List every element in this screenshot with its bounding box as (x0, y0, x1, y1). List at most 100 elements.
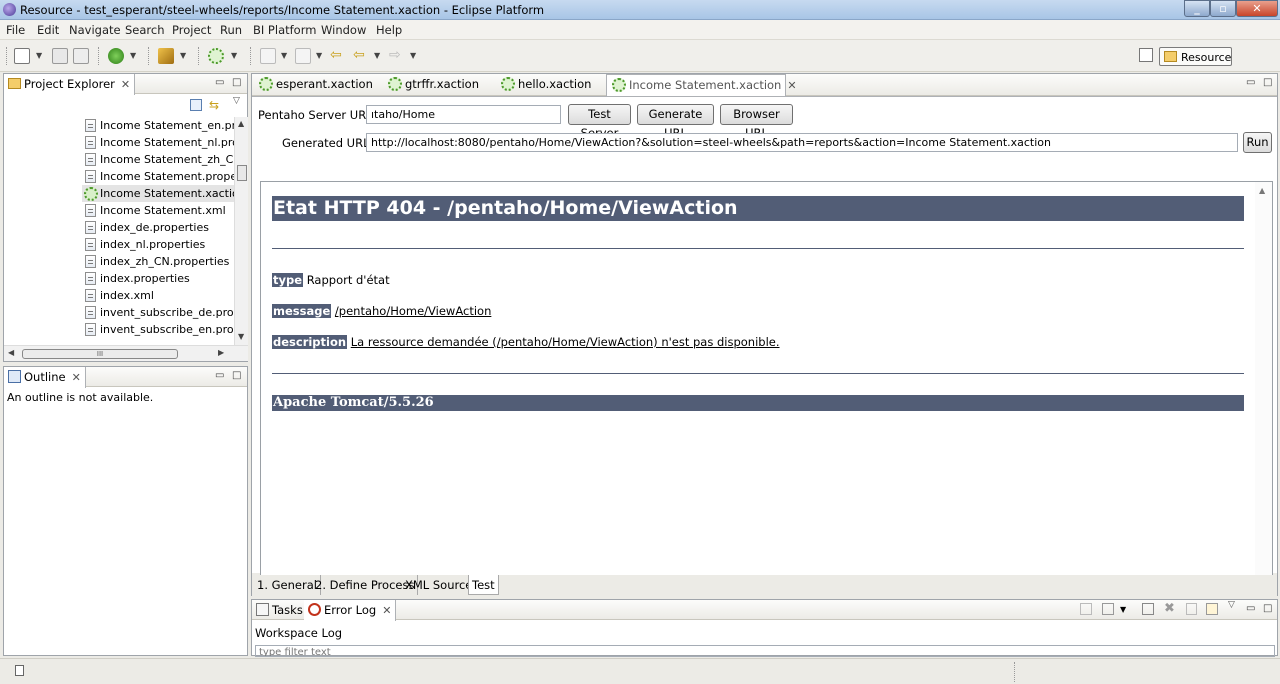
tab-tasks[interactable]: Tasks (252, 600, 307, 621)
menu-navigate[interactable]: Navigate (69, 23, 121, 37)
close-button[interactable]: ✕ (1236, 0, 1278, 17)
editor-tab-esperant[interactable]: esperant.xaction (254, 74, 373, 95)
file-tree-item[interactable]: index_nl.properties (82, 236, 234, 253)
last-edit-icon[interactable]: ⇦ (330, 48, 346, 64)
maximize-button[interactable]: ▫ (1210, 0, 1236, 17)
scroll-right-icon[interactable]: ▶ (218, 348, 224, 357)
collapse-all-icon[interactable] (190, 99, 202, 111)
browser-scrollbar[interactable]: ▲ ▼ (1255, 182, 1272, 591)
page-tab-general[interactable]: 1. General (254, 575, 321, 595)
resource-perspective-button[interactable]: Resource (1159, 47, 1232, 66)
file-tree-item[interactable]: index_zh_CN.properties (82, 253, 234, 270)
maximize-view-icon[interactable]: □ (1263, 603, 1272, 614)
fast-view-icon[interactable] (15, 665, 24, 676)
generated-url-field[interactable]: http://localhost:8080/pentaho/Home/ViewA… (366, 133, 1238, 152)
close-icon[interactable]: ✕ (382, 604, 391, 617)
import-dropdown-icon[interactable]: ▼ (1120, 605, 1126, 614)
server-url-input[interactable]: ıtaho/Home (366, 105, 561, 124)
file-tree-item[interactable]: invent_subscribe_de.prope (82, 304, 234, 321)
open-log-icon[interactable] (1186, 603, 1197, 615)
pen-icon[interactable] (158, 48, 174, 64)
prev-annotation-dropdown-icon[interactable]: ▼ (316, 51, 322, 60)
minimize-view-icon[interactable]: ▭ (1246, 77, 1255, 88)
page-tab-xml-source[interactable]: XML Source (402, 575, 477, 595)
prev-annotation-icon[interactable] (295, 48, 311, 64)
menu-bi-platform[interactable]: BI Platform (253, 23, 316, 37)
editor-tab-hello[interactable]: hello.xaction (496, 74, 591, 95)
file-tree-item[interactable]: Income Statement_zh_CN (82, 151, 234, 168)
maximize-view-icon[interactable]: □ (1263, 77, 1272, 88)
next-annotation-icon[interactable] (260, 48, 276, 64)
back-icon[interactable]: ⇦ (353, 48, 369, 64)
back-dropdown-icon[interactable]: ▼ (374, 51, 380, 60)
open-perspective-icon[interactable] (1139, 48, 1153, 62)
file-tree-item[interactable]: index.xml (82, 287, 234, 304)
delete-log-icon[interactable]: ✖ (1164, 601, 1175, 616)
xaction-dropdown-icon[interactable]: ▼ (231, 51, 237, 60)
run-icon[interactable] (108, 48, 124, 64)
xaction-icon[interactable] (208, 48, 224, 64)
clear-log-icon[interactable] (1142, 603, 1154, 615)
menu-search[interactable]: Search (125, 23, 165, 37)
horizontal-scrollbar[interactable]: ◀ III ▶ (4, 345, 248, 361)
minimize-view-icon[interactable]: ▭ (215, 370, 224, 381)
menu-file[interactable]: File (6, 23, 25, 37)
file-tree-item[interactable]: Income Statement.propert (82, 168, 234, 185)
run-dropdown-icon[interactable]: ▼ (130, 51, 136, 60)
close-icon[interactable]: ✕ (121, 78, 130, 91)
vertical-scrollbar[interactable]: ▲ ▼ (234, 117, 248, 345)
tab-error-log[interactable]: Error Log ✕ (304, 600, 397, 621)
scroll-left-icon[interactable]: ◀ (8, 348, 14, 357)
tab-outline[interactable]: Outline ✕ (4, 367, 86, 388)
pen-dropdown-icon[interactable]: ▼ (180, 51, 186, 60)
test-server-button[interactable]: Test Server (568, 104, 631, 140)
save-icon[interactable] (52, 48, 68, 64)
description-label: description (272, 335, 348, 349)
restore-log-icon[interactable] (1206, 603, 1218, 615)
run-button[interactable]: Run (1243, 132, 1272, 153)
new-icon[interactable] (14, 48, 30, 64)
scroll-up-icon[interactable]: ▲ (1259, 186, 1265, 195)
page-tab-test[interactable]: Test (468, 575, 499, 595)
next-annotation-dropdown-icon[interactable]: ▼ (281, 51, 287, 60)
embedded-browser[interactable]: Etat HTTP 404 - /pentaho/Home/ViewAction… (260, 181, 1273, 592)
editor-tab-gtrffr[interactable]: gtrffr.xaction (383, 74, 479, 95)
menu-help[interactable]: Help (376, 23, 402, 37)
file-tree-item[interactable]: index_de.properties (82, 219, 234, 236)
log-filter-input[interactable]: type filter text (255, 645, 1275, 657)
hscroll-thumb[interactable]: III (22, 349, 178, 359)
file-tree-item[interactable]: Income Statement.xaction (82, 185, 234, 202)
view-menu-icon[interactable]: ▽ (1228, 600, 1235, 610)
maximize-view-icon[interactable]: □ (232, 77, 241, 88)
link-editor-icon[interactable]: ⇆ (209, 98, 219, 112)
maximize-view-icon[interactable]: □ (232, 370, 241, 381)
forward-icon[interactable]: ⇨ (389, 48, 405, 64)
minimize-view-icon[interactable]: ▭ (215, 77, 224, 88)
close-icon[interactable]: ✕ (72, 371, 81, 384)
editor-tab-income-statement[interactable]: Income Statement.xaction ✕ (606, 74, 797, 96)
generate-url-button[interactable]: Generate URL (637, 104, 714, 140)
menu-project[interactable]: Project (172, 23, 211, 37)
menu-run[interactable]: Run (220, 23, 242, 37)
menu-window[interactable]: Window (321, 23, 366, 37)
file-tree-item[interactable]: Income Statement.xml (82, 202, 234, 219)
file-tree-item[interactable]: invent_subscribe_en.prope (82, 321, 234, 338)
close-icon[interactable]: ✕ (787, 79, 796, 92)
forward-dropdown-icon[interactable]: ▼ (410, 51, 416, 60)
new-dropdown-icon[interactable]: ▼ (36, 51, 42, 60)
menu-edit[interactable]: Edit (37, 23, 59, 37)
browser-url-button[interactable]: Browser URL (720, 104, 793, 140)
file-tree-item[interactable]: index.properties (82, 270, 234, 287)
minimize-view-icon[interactable]: ▭ (1246, 603, 1255, 614)
file-tree-item[interactable]: Income Statement_en.pro (82, 117, 234, 134)
export-log-icon[interactable] (1080, 603, 1092, 615)
tab-project-explorer[interactable]: Project Explorer ✕ (4, 74, 136, 95)
minimize-button[interactable]: _ (1184, 0, 1210, 17)
scroll-down-icon[interactable]: ▼ (238, 332, 244, 341)
scroll-up-icon[interactable]: ▲ (238, 119, 244, 128)
file-tree-item[interactable]: Income Statement_nl.prop (82, 134, 234, 151)
print-icon[interactable] (73, 48, 89, 64)
view-menu-icon[interactable]: ▽ (233, 96, 240, 106)
scroll-thumb[interactable] (237, 165, 247, 181)
import-log-icon[interactable] (1102, 603, 1114, 615)
